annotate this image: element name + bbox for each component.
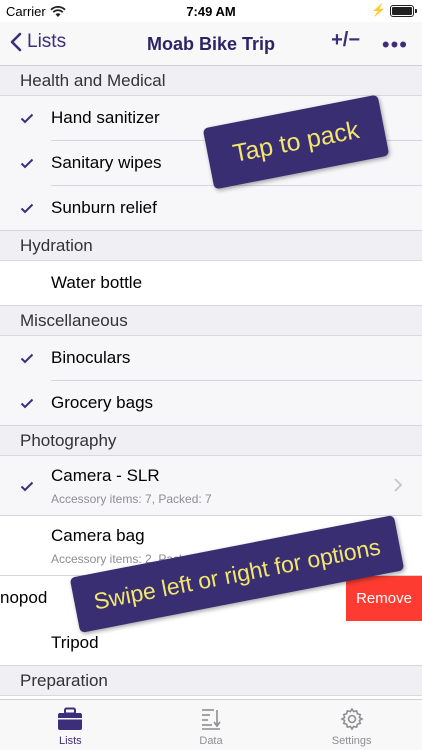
section-header-hydration: Hydration — [0, 231, 422, 261]
checkmark-icon — [20, 96, 34, 141]
item-accessory-summary: Accessory items: 7, Packed: 7 — [51, 492, 212, 506]
charging-icon: ⚡ — [371, 3, 386, 17]
section-header-preparation: Preparation — [0, 666, 422, 696]
tab-label: Data — [199, 735, 223, 747]
item-label: Sunburn relief — [51, 198, 157, 217]
battery-icon — [390, 5, 417, 17]
status-bar: Carrier 7:49 AM ⚡ — [0, 0, 422, 22]
section-header-health: Health and Medical — [0, 66, 422, 96]
item-label: Camera - SLR — [51, 466, 160, 485]
list-item-binoculars[interactable]: Binoculars — [0, 336, 422, 381]
more-options-button[interactable]: ••• — [382, 32, 408, 58]
checkmark-icon — [20, 186, 34, 231]
item-label: Binoculars — [51, 348, 131, 367]
checkmark-icon — [20, 141, 34, 186]
list-item-tripod[interactable]: Tripod — [0, 621, 422, 666]
gear-icon — [339, 707, 364, 731]
item-label: Tripod — [51, 633, 99, 652]
tab-data[interactable]: Data — [141, 700, 282, 750]
item-label: Sanitary wipes — [51, 153, 162, 172]
tab-bar: Lists Data Settings — [0, 699, 422, 750]
item-label: Water bottle — [51, 273, 143, 292]
list-item-camera-slr[interactable]: Camera - SLR Accessory items: 7, Packed:… — [0, 456, 422, 516]
tab-label: Lists — [59, 735, 82, 747]
tab-label: Settings — [331, 735, 372, 747]
item-label: Grocery bags — [51, 393, 154, 412]
checkmark-icon — [20, 336, 34, 381]
suitcase-icon — [58, 707, 83, 730]
status-time: 7:49 AM — [186, 4, 236, 19]
toggle-packed-button[interactable]: +/− — [331, 29, 360, 52]
remove-button[interactable]: Remove — [346, 576, 422, 621]
chevron-right-icon — [394, 478, 402, 492]
checkmark-icon — [20, 381, 34, 426]
section-header-photography: Photography — [0, 426, 422, 456]
item-label: Hand sanitizer — [51, 108, 160, 127]
tab-settings[interactable]: Settings — [281, 700, 422, 750]
tab-lists[interactable]: Lists — [0, 700, 141, 750]
data-sort-icon — [202, 709, 221, 730]
item-label: Camera bag — [51, 526, 145, 545]
list-item-grocery-bags[interactable]: Grocery bags — [0, 381, 422, 426]
list-item-water-bottle[interactable]: Water bottle — [0, 261, 422, 306]
item-label: nopod — [0, 588, 48, 607]
navigation-bar: Lists Moab Bike Trip +/− ••• — [0, 22, 422, 66]
list-item-sunburn-relief[interactable]: Sunburn relief — [0, 186, 422, 231]
checkmark-icon — [20, 456, 34, 516]
section-header-miscellaneous: Miscellaneous — [0, 306, 422, 336]
